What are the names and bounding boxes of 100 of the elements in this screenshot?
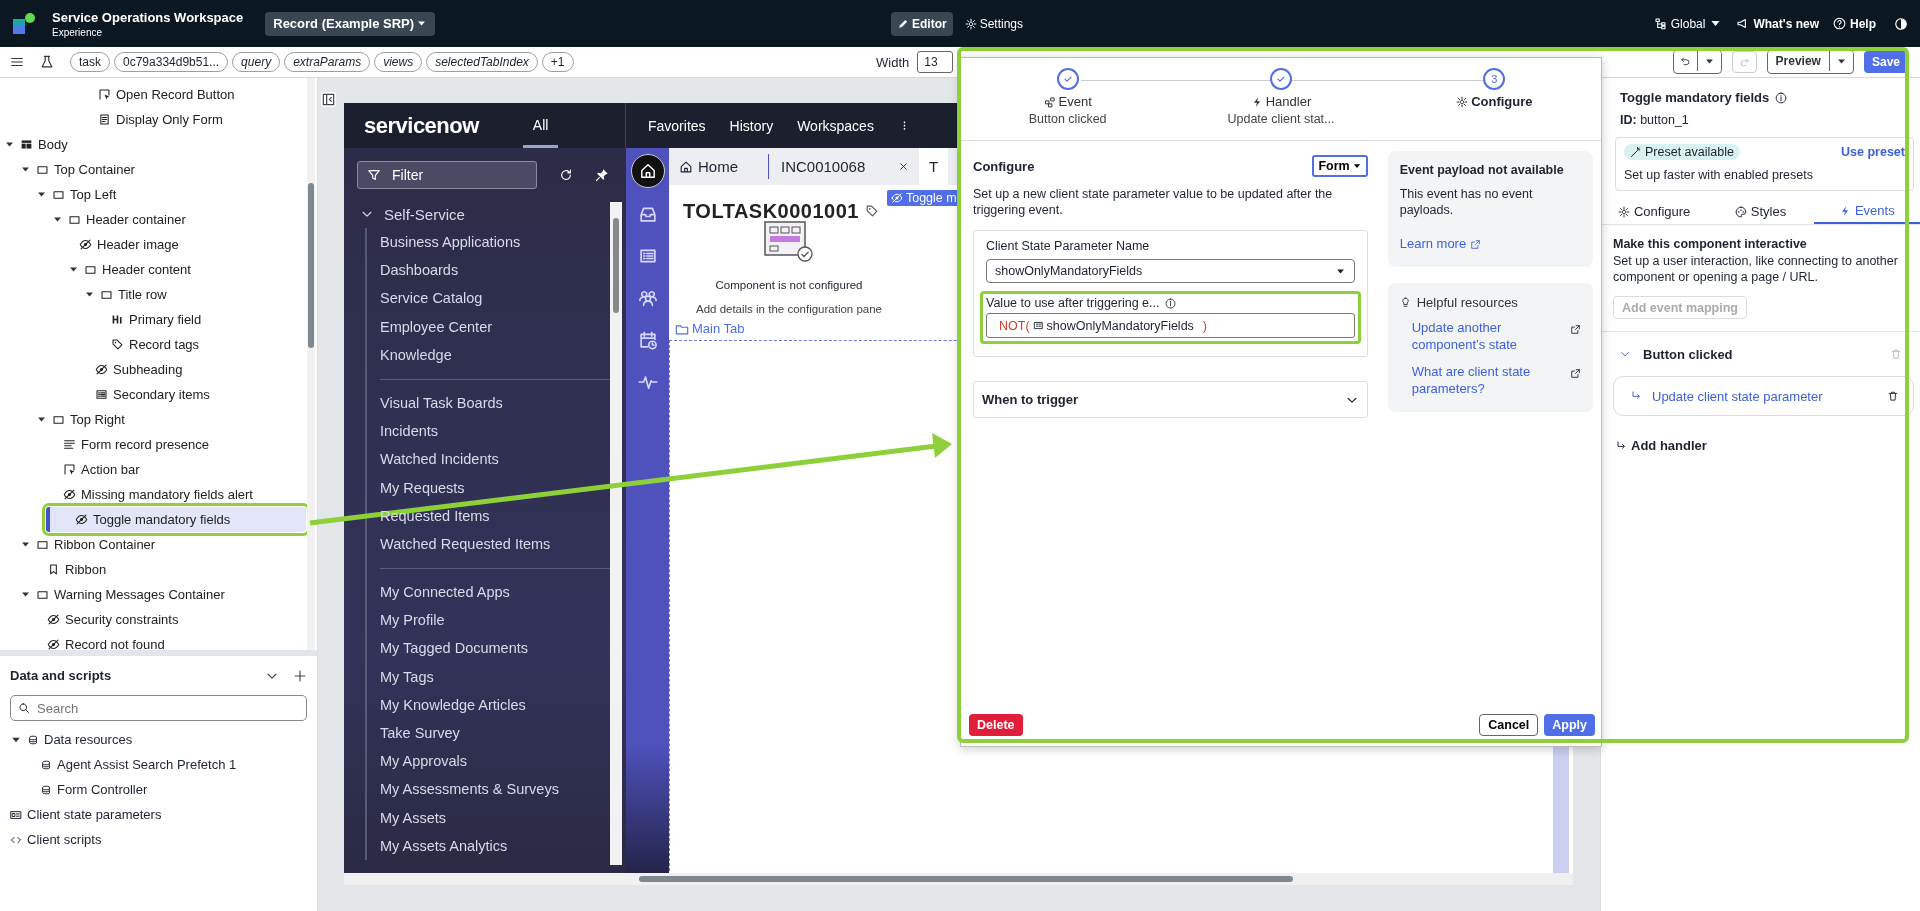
external-link-icon[interactable] [1570,367,1581,379]
nav-item[interactable]: My Knowledge Articles [380,690,526,719]
nav-item[interactable]: My Assets [380,803,447,832]
add-handler-link[interactable]: Add handler [1615,438,1920,454]
flask-icon[interactable] [40,55,54,69]
nav-item[interactable]: Incidents [380,417,439,446]
tree-item[interactable]: Client scripts [2,827,307,852]
nav-item[interactable]: My Assets Analytics [380,831,508,860]
caret-down-icon[interactable] [36,189,47,200]
learn-more-link[interactable]: Learn more [1399,236,1581,254]
menu-item[interactable]: Favorites [648,117,706,134]
tree-item[interactable]: Primary field [0,307,305,332]
nav-item[interactable]: Visual Task Boards [380,388,503,418]
workspace-tab[interactable]: Home [669,154,769,179]
handler-link[interactable]: Update client state parameter [1652,388,1823,404]
handler-card[interactable]: Update client state parameter [1613,376,1914,417]
tree-item[interactable]: Header content [0,257,305,282]
help-button[interactable]: Help [1833,16,1876,31]
undo-menu-button[interactable] [1696,51,1721,71]
tree-item[interactable]: Security constraints [0,607,305,632]
caret-down-icon[interactable] [4,139,15,150]
calendar-clock-icon[interactable] [637,330,658,350]
tree-item[interactable]: Ribbon [0,557,305,582]
nav-item[interactable]: Watched Incidents [380,445,499,474]
contrast-icon[interactable] [1894,16,1908,31]
panel-tab[interactable]: Configure [1601,199,1708,224]
pin-icon[interactable] [595,168,609,182]
nav-item[interactable]: Service Catalog [380,284,483,313]
mode-tab[interactable]: Editor [891,11,953,36]
nav-item[interactable]: My Connected Apps [380,578,510,607]
tree-item[interactable]: Subheading [0,357,305,382]
cancel-button[interactable]: Cancel [1479,714,1539,736]
caret-down-icon[interactable] [52,214,63,225]
parameter-select[interactable]: showOnlyMandatoryFields [986,259,1355,284]
external-link-icon[interactable] [1570,324,1581,336]
panel-tab[interactable]: Events [1813,199,1920,224]
tree-item[interactable]: Header image [0,232,305,257]
menu-icon[interactable] [10,55,24,69]
nav-item[interactable]: Dashboards [380,256,459,285]
mode-tab[interactable]: Settings [958,11,1029,36]
tree-item[interactable]: Header container [0,207,305,232]
workspace-tab[interactable]: T [919,148,949,185]
tree-item[interactable]: Body [0,132,305,157]
scrollbar[interactable] [344,873,1573,885]
workspace-tab[interactable]: INC0010068 [769,148,919,185]
nav-section[interactable]: Self-Service [344,200,626,228]
tree-item[interactable]: Top Right [0,407,305,432]
tree-item[interactable]: Data resources [2,727,307,752]
caret-down-icon[interactable] [84,289,95,300]
use-preset-link[interactable]: Use preset [1841,145,1905,159]
delete-icon[interactable] [1887,390,1899,403]
tree-item[interactable]: Missing mandatory fields alert [0,482,305,507]
scope-selector[interactable]: Global [1653,16,1723,31]
panel-tab[interactable]: Styles [1707,199,1814,224]
caret-down-icon[interactable] [68,264,79,275]
scrollbar[interactable] [610,202,622,865]
people-icon[interactable] [637,288,658,308]
tree-item[interactable]: Record tags [0,332,305,357]
tree-item[interactable]: Open Record Button [0,82,305,107]
nav-item[interactable]: Knowledge [380,340,452,369]
tree-item[interactable]: Agent Assist Search Prefetch 1 [2,752,307,777]
tree-item[interactable]: Top Left [0,182,305,207]
nav-item[interactable]: My Assessments & Surveys [380,775,559,804]
main-tab-label[interactable]: Main Tab [675,321,745,336]
search-field[interactable]: Search [10,695,307,721]
nav-item[interactable]: Watched Requested Items [380,529,551,559]
caret-down-icon[interactable] [20,164,31,175]
page-selector[interactable]: Record (Example SRP) [265,11,436,36]
tree-item[interactable]: Client state parameters [2,802,307,827]
nav-item[interactable]: Requested Items [380,501,490,530]
collapse-panel-icon[interactable] [321,92,336,107]
caret-down-icon[interactable] [20,589,31,600]
nav-item[interactable]: Business Applications [380,228,521,257]
home-button[interactable] [630,154,665,188]
whats-new-button[interactable]: What's new [1736,16,1819,31]
delete-button[interactable]: Delete [969,714,1023,736]
trigger-section[interactable]: When to trigger [973,381,1368,419]
tree-item[interactable]: Ribbon Container [0,532,305,557]
tree-item[interactable]: Form Controller [2,777,307,802]
tree-item[interactable]: Display Only Form [0,107,305,132]
tree-item[interactable]: Title row [0,282,305,307]
filter-field[interactable]: Filter [357,161,537,189]
nav-item[interactable]: My Tagged Documents [380,634,529,663]
apply-button[interactable]: Apply [1544,714,1595,736]
tree-item[interactable]: Action bar [0,457,305,482]
resource-link[interactable]: Update another component’s state [1411,320,1562,354]
value-field[interactable]: NOT( showOnlyMandatoryFields ) [986,313,1355,339]
refresh-icon[interactable] [559,168,573,182]
mode-dropdown[interactable]: Form [1312,155,1368,177]
tree-item[interactable]: Form record presence [0,432,305,457]
save-button[interactable]: Save [1863,51,1908,73]
nav-item[interactable]: My Approvals [380,747,468,776]
nav-item[interactable]: My Requests [380,473,465,502]
width-field[interactable]: 13 [917,51,953,73]
caret-down-icon[interactable] [20,539,31,550]
tree-item[interactable]: Secondary items [0,382,305,407]
nav-item[interactable]: My Tags [380,662,434,691]
nav-item[interactable]: My Profile [380,606,445,635]
menu-item[interactable]: History [729,117,774,134]
tree-item[interactable]: Warning Messages Container [0,582,305,607]
